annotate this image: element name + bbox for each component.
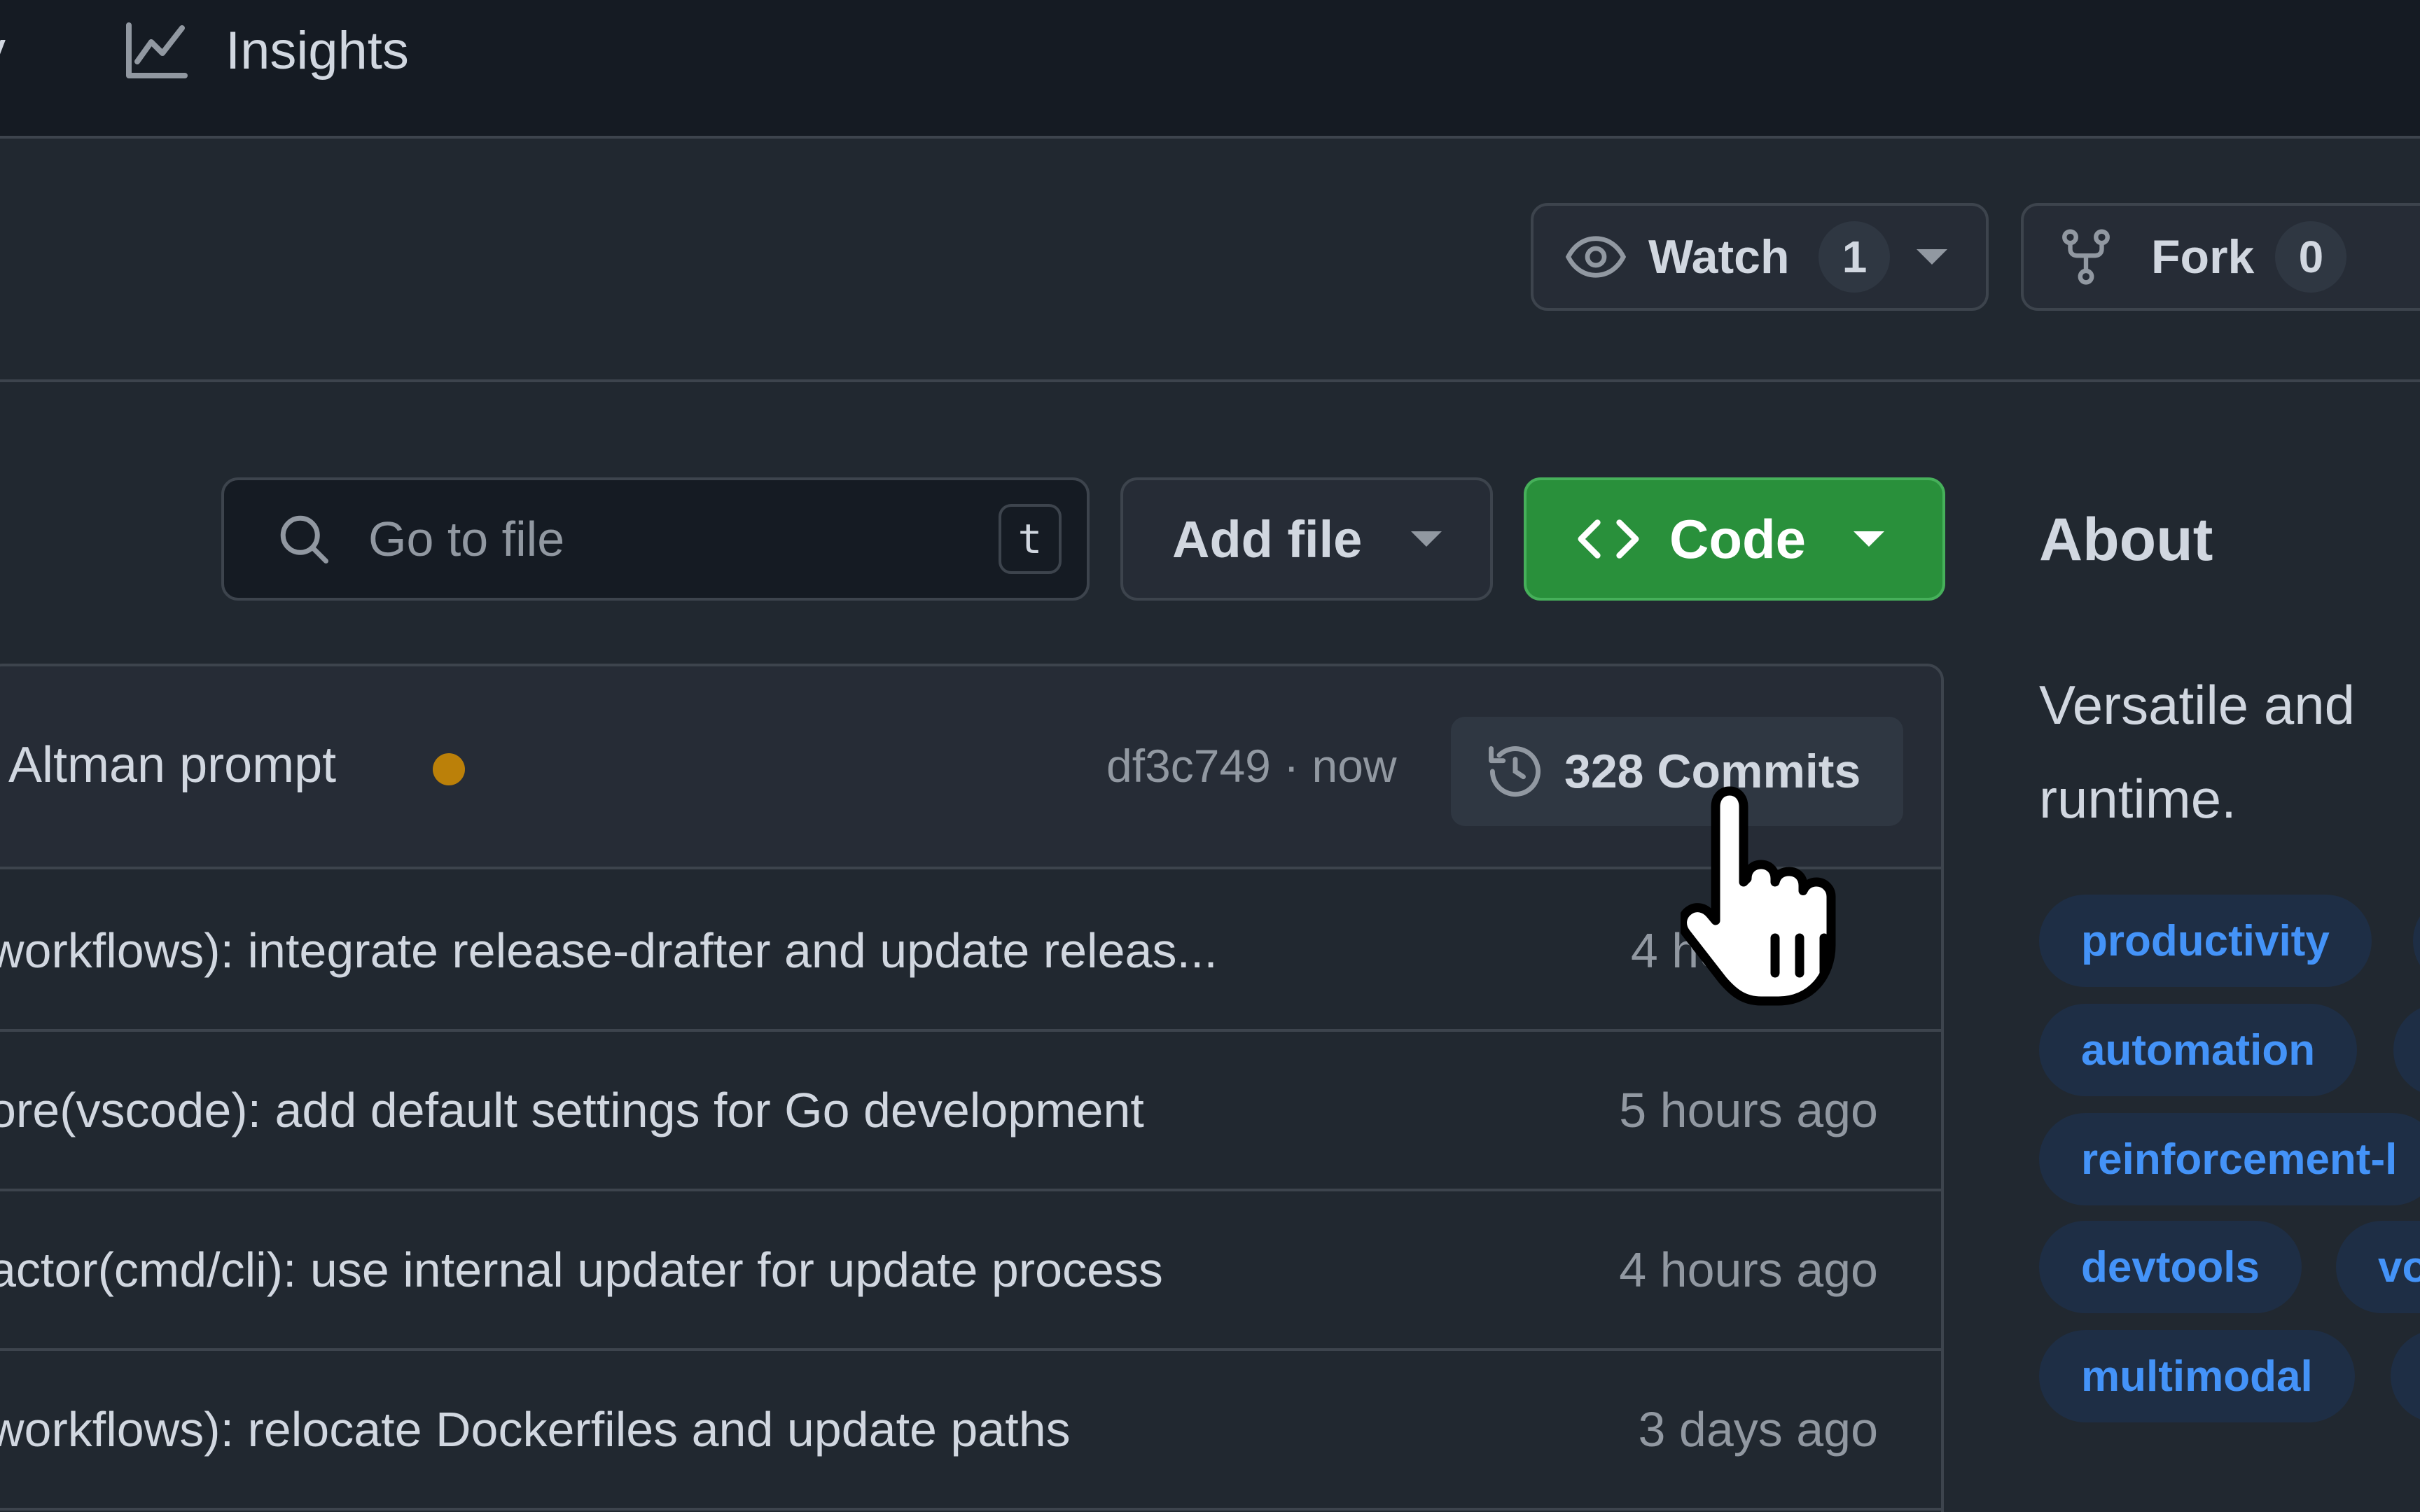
commit-row[interactable]: actor(cmd/cli): use internal updater for… [0, 1191, 1941, 1351]
search-icon [280, 515, 328, 564]
topic-tag-partial[interactable] [2393, 1004, 2420, 1096]
commit-age: 5 hours ago [1619, 1083, 1878, 1138]
latest-commit-message[interactable]: Altman prompt [8, 736, 336, 794]
commit-age: 3 days ago [1638, 1402, 1878, 1457]
code-label: Code [1669, 507, 1806, 570]
watch-label: Watch [1648, 230, 1790, 284]
about-description-line-1: Versatile and [2039, 674, 2355, 736]
nav-tab-partial[interactable]: y [0, 15, 6, 85]
eye-icon [1565, 236, 1627, 278]
fork-label: Fork [2151, 230, 2255, 284]
latest-commit-sha-time[interactable]: df3c749 · now [1106, 739, 1397, 792]
about-description: Versatile and runtime. [2039, 658, 2420, 846]
go-to-file-placeholder: Go to file [368, 512, 565, 566]
add-file-label: Add file [1172, 510, 1363, 568]
commit-row[interactable]: workflows): integrate release-drafter an… [0, 872, 1941, 1032]
latest-commit-bar: Altman prompt df3c749 · now 328 Commits [0, 666, 1941, 869]
nav-tab-insights[interactable]: Insights [123, 15, 409, 85]
code-button[interactable]: Code [1524, 477, 1945, 601]
code-caret-icon [1854, 531, 1884, 547]
watch-dropdown-caret-icon[interactable] [1917, 249, 1948, 265]
fork-button[interactable]: Fork 0 [2021, 203, 2420, 311]
add-file-caret-icon [1411, 531, 1442, 547]
nav-tab-insights-label: Insights [225, 20, 409, 80]
topic-tag[interactable]: vo [2336, 1221, 2420, 1313]
file-browser: Altman prompt df3c749 · now 328 Commits … [0, 664, 1944, 1512]
commit-message[interactable]: actor(cmd/cli): use internal updater for… [0, 1242, 1163, 1298]
about-description-line-2: runtime. [2039, 768, 2237, 830]
watch-count: 1 [1819, 221, 1891, 293]
hand-pointer-icon [1681, 786, 1836, 1006]
app-window: y Insights Watch 1 Fork 0 [0, 0, 2420, 1512]
code-icon [1578, 519, 1639, 559]
about-heading: About [2039, 506, 2213, 573]
topic-tag[interactable]: reinforcement-l [2039, 1113, 2420, 1205]
commit-status-dot-icon[interactable] [433, 753, 465, 785]
history-icon [1489, 746, 1541, 797]
topic-tag[interactable]: devtools [2039, 1221, 2302, 1313]
commit-message[interactable]: ore(vscode): add default settings for Go… [0, 1082, 1144, 1138]
topic-tag[interactable]: automation [2039, 1004, 2358, 1096]
topic-tag-partial[interactable] [2391, 1330, 2420, 1422]
watch-button[interactable]: Watch 1 [1531, 203, 1989, 311]
commit-age: 4 hours ago [1619, 1242, 1878, 1297]
topic-tag[interactable]: multimodal [2039, 1330, 2355, 1422]
fork-icon [2062, 229, 2110, 285]
go-to-file-input[interactable]: Go to file t [221, 477, 1090, 601]
shortcut-key: t [999, 504, 1062, 574]
topic-tag[interactable]: productivity [2039, 895, 2372, 987]
repo-nav: y Insights [0, 0, 2420, 139]
commit-row[interactable]: ore(vscode): add default settings for Go… [0, 1032, 1941, 1191]
commit-row[interactable]: workflows): relocate Dockerfiles and upd… [0, 1351, 1941, 1511]
graph-icon [126, 22, 188, 78]
add-file-button[interactable]: Add file [1120, 477, 1493, 601]
fork-count: 0 [2275, 221, 2347, 293]
commit-message[interactable]: workflows): relocate Dockerfiles and upd… [0, 1401, 1071, 1457]
commit-message[interactable]: workflows): integrate release-drafter an… [0, 923, 1218, 979]
topic-tag-partial[interactable] [2413, 895, 2420, 987]
